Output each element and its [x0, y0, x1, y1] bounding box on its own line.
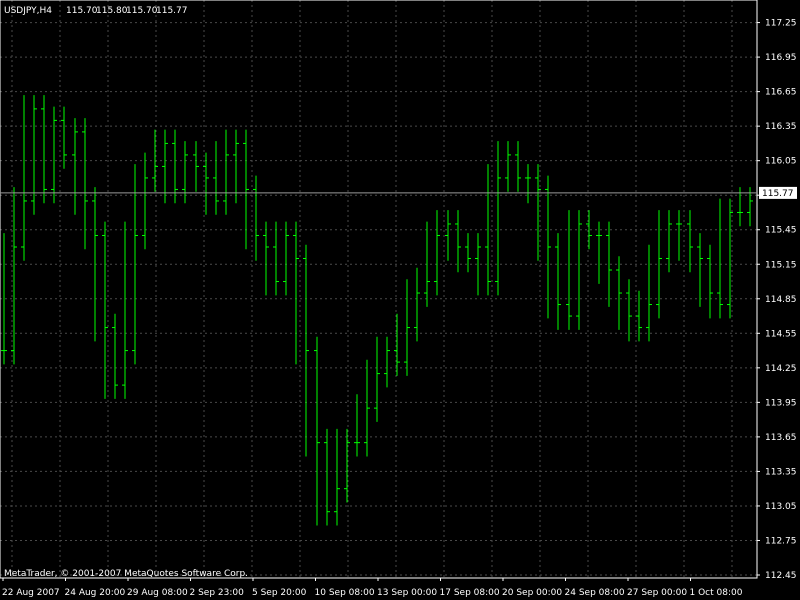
x-tick-label: 22 Aug 2007	[2, 588, 60, 598]
y-tick-label: 115.15	[765, 260, 797, 270]
x-tick-label: 13 Sep 00:00	[377, 588, 437, 598]
y-tick-label: 112.75	[765, 536, 797, 546]
x-tick-label: 27 Sep 00:00	[627, 588, 687, 598]
y-tick-label: 113.05	[765, 502, 797, 512]
y-tick-label: 113.35	[765, 467, 797, 477]
high-price: 115.80	[96, 6, 128, 16]
current-price-label: 115.77	[762, 189, 794, 199]
y-tick-label: 116.95	[765, 53, 797, 63]
y-tick-label: 113.65	[765, 433, 797, 443]
y-tick-label: 117.25	[765, 19, 797, 29]
y-tick-label: 114.85	[765, 295, 797, 305]
chart-background	[0, 0, 800, 600]
y-tick-label: 112.45	[765, 571, 797, 581]
y-tick-label: 116.65	[765, 88, 797, 98]
close-price: 115.77	[156, 6, 188, 16]
low-price: 115.70	[126, 6, 158, 16]
x-tick-label: 1 Oct 08:00	[690, 588, 743, 598]
y-tick-label: 113.95	[765, 398, 797, 408]
symbol-label: USDJPY,H4	[4, 6, 52, 16]
price-chart: 117.25116.95116.65116.35116.05115.75115.…	[0, 0, 800, 600]
y-tick-label: 116.35	[765, 122, 797, 132]
x-tick-label: 24 Sep 08:00	[565, 588, 625, 598]
y-tick-label: 115.45	[765, 226, 797, 236]
x-tick-label: 24 Aug 20:00	[65, 588, 126, 598]
y-tick-label: 114.55	[765, 329, 797, 339]
x-tick-label: 5 Sep 20:00	[252, 588, 307, 598]
x-tick-label: 10 Sep 08:00	[315, 588, 375, 598]
chart-root: 117.25116.95116.65116.35116.05115.75115.…	[0, 0, 800, 600]
x-tick-label: 17 Sep 08:00	[440, 588, 500, 598]
x-tick-label: 29 Aug 08:00	[127, 588, 188, 598]
x-tick-label: 2 Sep 23:00	[190, 588, 245, 598]
y-tick-label: 116.05	[765, 157, 797, 167]
x-tick-label: 20 Sep 00:00	[502, 588, 562, 598]
open-price: 115.70	[66, 6, 98, 16]
current-price-marker: 115.77	[759, 186, 797, 199]
y-tick-label: 114.25	[765, 364, 797, 374]
copyright-text: MetaTrader, © 2001-2007 MetaQuotes Softw…	[4, 569, 248, 579]
chart-header: USDJPY,H4 115.70 115.80 115.70 115.77	[4, 6, 188, 16]
